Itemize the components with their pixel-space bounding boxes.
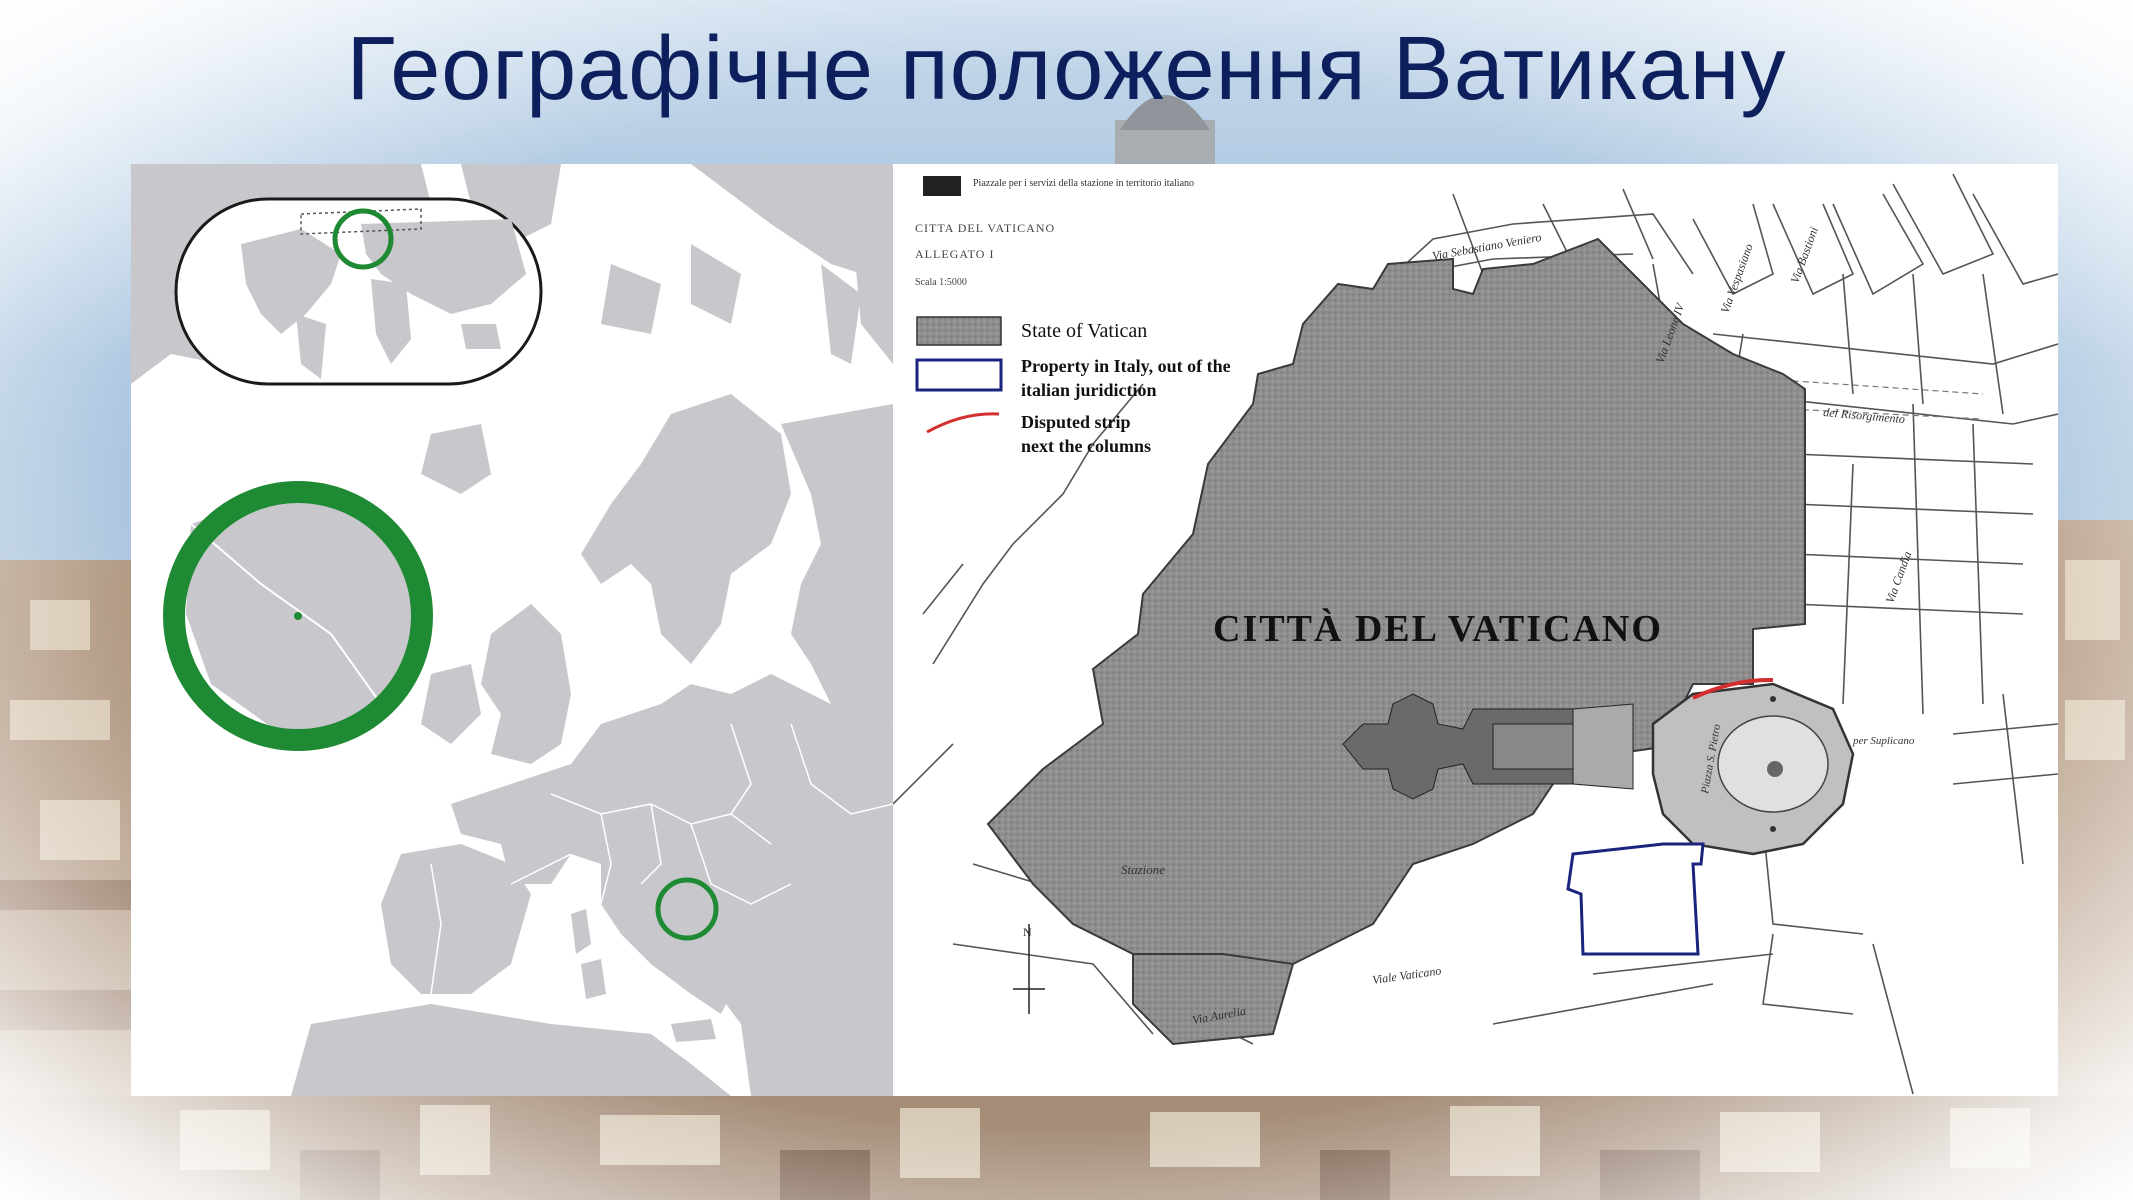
europe-map-svg: [131, 164, 893, 1096]
slide-title: Географічне положення Ватикану: [346, 19, 1787, 119]
compass-label: N: [1023, 925, 1032, 939]
vatican-map-svg: Piazzale per i servizi della stazione in…: [893, 164, 2058, 1096]
legend-label-state: State of Vatican: [1021, 320, 1147, 342]
legend-label-property-2: italian juridiction: [1021, 380, 1157, 400]
legend-label-disputed-1: Disputed strip: [1021, 412, 1131, 432]
legend-swatch-property: [915, 358, 1003, 392]
street-label: per Suplicano: [1852, 735, 1915, 747]
legend-label-disputed-2: next the columns: [1021, 436, 1151, 456]
doc-subtitle: ALLEGATO I: [915, 247, 994, 261]
vatican-dot: [294, 612, 302, 620]
main-map-label: CITTÀ DEL VATICANO: [1213, 608, 1663, 650]
world-inset-map: [174, 197, 543, 386]
property-in-italy-area: [1566, 842, 1705, 956]
doc-scale: Scala 1:5000: [915, 277, 967, 288]
doc-title: CITTA DEL VATICANO: [915, 221, 1055, 235]
header-note-swatch: [923, 176, 961, 196]
station-label: Stazione: [1121, 862, 1165, 877]
legend-label-property-1: Property in Italy, out of the: [1021, 356, 1231, 376]
header-note: Piazzale per i servizi della stazione in…: [973, 178, 1194, 189]
europe-locator-map: [131, 164, 893, 1096]
vatican-city-map: Piazzale per i servizi della stazione in…: [893, 164, 2058, 1096]
italy-zoom-inset: [163, 481, 433, 751]
legend-swatch-state: [916, 316, 1002, 346]
